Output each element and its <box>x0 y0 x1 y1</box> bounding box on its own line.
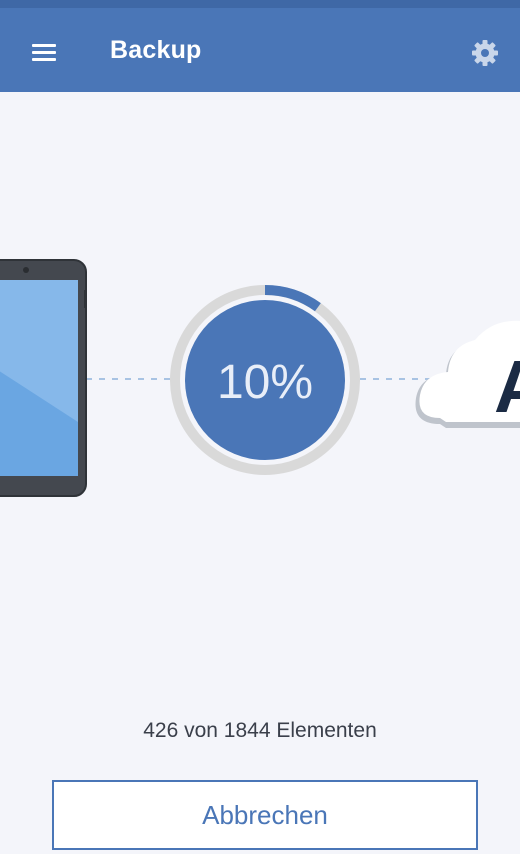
page-title: Backup <box>110 36 202 64</box>
gear-icon[interactable] <box>470 38 500 68</box>
cloud-icon: A <box>415 320 520 428</box>
app-bar: Backup <box>0 0 520 92</box>
progress-status: 426 von 1844 Elementen <box>143 719 377 742</box>
backup-illustration: 10% A <box>0 259 520 497</box>
phone-icon <box>0 259 87 497</box>
cancel-button[interactable]: Abbrechen <box>52 780 478 850</box>
progress-percent: 10% <box>217 356 313 409</box>
backup-screen: Backup 10% 426 von 1844 Elementen Abbrec… <box>0 0 520 854</box>
menu-icon[interactable] <box>32 44 56 62</box>
cloud-logo-letter: A <box>494 345 520 428</box>
